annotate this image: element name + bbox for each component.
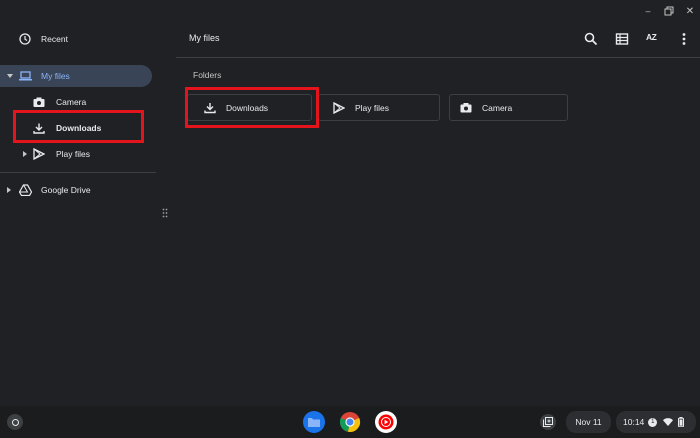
status-tray[interactable]: 10:14 1 bbox=[616, 411, 696, 433]
youtube-music-icon bbox=[378, 414, 394, 430]
sidebar-item-label: Recent bbox=[41, 34, 68, 44]
folders-section-label: Folders bbox=[193, 70, 222, 80]
sort-az-icon: AZ bbox=[646, 32, 657, 42]
restore-button[interactable] bbox=[662, 4, 676, 18]
play-store-icon bbox=[333, 101, 345, 114]
date-label: Nov 11 bbox=[575, 417, 602, 427]
laptop-icon bbox=[19, 71, 32, 81]
folder-label: Camera bbox=[482, 102, 513, 113]
sidebar-item-label: Camera bbox=[56, 97, 87, 107]
sidebar-resize-handle[interactable] bbox=[162, 208, 168, 218]
camera-folder-icon bbox=[33, 97, 45, 107]
expand-caret-icon[interactable] bbox=[23, 151, 27, 157]
sidebar-item-label: Google Drive bbox=[41, 185, 91, 195]
youtube-music-app-button[interactable] bbox=[375, 411, 397, 433]
close-button[interactable]: ✕ bbox=[683, 4, 697, 18]
page-title: My files bbox=[189, 33, 220, 43]
sidebar-item-play-files[interactable]: Play files bbox=[23, 143, 90, 165]
wifi-icon bbox=[663, 418, 674, 426]
restore-icon bbox=[664, 6, 674, 16]
chrome-app-button[interactable] bbox=[339, 411, 361, 433]
notification-count-badge: 1 bbox=[648, 417, 658, 427]
expand-caret-icon[interactable] bbox=[7, 74, 13, 78]
search-icon bbox=[584, 32, 598, 46]
folder-label: Play files bbox=[355, 102, 390, 113]
sidebar-item-label: Play files bbox=[56, 149, 91, 159]
header-divider bbox=[176, 57, 700, 58]
sidebar-item-my-files[interactable]: My files bbox=[7, 65, 70, 87]
tote-button[interactable] bbox=[540, 414, 556, 430]
sidebar-item-google-drive[interactable]: Google Drive bbox=[7, 179, 91, 201]
more-vertical-icon bbox=[682, 33, 686, 45]
battery-icon bbox=[678, 417, 685, 427]
list-view-icon bbox=[615, 33, 629, 45]
google-drive-icon bbox=[19, 184, 32, 196]
more-options-button[interactable] bbox=[681, 32, 687, 46]
folder-tile-camera[interactable]: Camera bbox=[449, 94, 568, 121]
files-app-button[interactable] bbox=[303, 411, 325, 433]
launcher-icon bbox=[11, 418, 19, 426]
clock-icon bbox=[19, 33, 31, 45]
drag-handle-icon bbox=[162, 208, 168, 218]
play-store-icon bbox=[33, 148, 45, 160]
shelf: Nov 11 10:14 1 bbox=[0, 406, 700, 438]
time-label: 10:14 bbox=[623, 417, 645, 427]
camera-folder-icon bbox=[460, 102, 472, 112]
sort-button[interactable]: AZ bbox=[646, 32, 662, 46]
sidebar-divider bbox=[0, 172, 156, 173]
launcher-button[interactable] bbox=[7, 414, 23, 430]
highlight-box-folder-downloads bbox=[185, 87, 319, 128]
expand-caret-icon[interactable] bbox=[7, 187, 11, 193]
highlight-box-sidebar-downloads bbox=[13, 110, 144, 143]
folder-tile-play-files[interactable]: Play files bbox=[318, 94, 440, 121]
sidebar-item-label: My files bbox=[41, 71, 70, 81]
list-view-button[interactable] bbox=[615, 32, 629, 46]
chrome-icon bbox=[339, 412, 361, 433]
search-button[interactable] bbox=[584, 32, 598, 46]
sidebar-item-recent[interactable]: Recent bbox=[19, 28, 68, 50]
minimize-button[interactable]: – bbox=[641, 4, 655, 18]
date-tray[interactable]: Nov 11 bbox=[566, 411, 611, 433]
files-app-icon bbox=[308, 418, 320, 427]
tote-icon bbox=[543, 417, 553, 427]
